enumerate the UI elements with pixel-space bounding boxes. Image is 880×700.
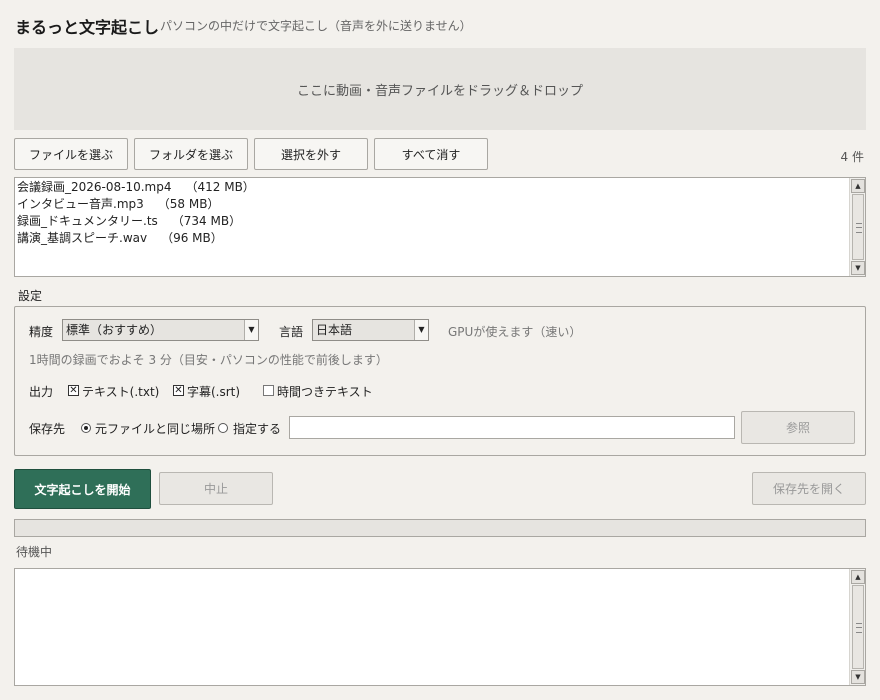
- settings-group: 精度 標準（おすすめ） ▼ 言語 日本語 ▼ GPUが使えます（速い） 1時間の…: [14, 306, 866, 456]
- timed-text-checkbox-label[interactable]: 時間つきテキスト: [277, 383, 373, 400]
- file-size: （734 MB）: [171, 214, 242, 228]
- app-subtitle: パソコンの中だけで文字起こし（音声を外に送りません）: [160, 19, 472, 33]
- file-list[interactable]: 会議録画_2026-08-10.mp4 （412 MB） インタビュー音声.mp3…: [14, 177, 866, 277]
- settings-section-label: 設定: [18, 289, 43, 303]
- choose-folder-button[interactable]: フォルダを選ぶ: [134, 138, 248, 170]
- grip-icon: [856, 223, 862, 233]
- file-list-scrollbar[interactable]: ▲ ▼: [849, 178, 865, 276]
- file-count: 4 件: [840, 150, 864, 164]
- deselect-button[interactable]: 選択を外す: [254, 138, 368, 170]
- file-name: 講演_基調スピーチ.wav: [17, 231, 148, 245]
- log-output[interactable]: ▲ ▼: [14, 568, 866, 686]
- file-name: インタビュー音声.mp3: [17, 197, 144, 211]
- custom-location-label[interactable]: 指定する: [233, 420, 281, 437]
- same-location-radio[interactable]: [81, 423, 91, 433]
- scroll-up-arrow-icon[interactable]: ▲: [851, 179, 865, 193]
- accuracy-label: 精度: [29, 325, 54, 339]
- timed-text-checkbox[interactable]: [263, 385, 274, 396]
- file-name: 録画_ドキュメンタリー.ts: [17, 214, 158, 228]
- txt-checkbox-label[interactable]: テキスト(.txt): [82, 383, 159, 400]
- same-location-label[interactable]: 元ファイルと同じ場所: [95, 420, 215, 437]
- grip-icon: [856, 623, 862, 633]
- scroll-thumb[interactable]: [852, 194, 864, 260]
- chevron-down-icon: ▼: [414, 320, 428, 340]
- time-estimate: 1時間の録画でおよそ 3 分（目安・パソコンの性能で前後します）: [29, 353, 388, 367]
- txt-checkbox[interactable]: ✕: [68, 385, 79, 396]
- output-label: 出力: [29, 385, 54, 399]
- custom-location-radio[interactable]: [218, 423, 228, 433]
- browse-button[interactable]: 参照: [741, 411, 855, 444]
- file-list-item[interactable]: 会議録画_2026-08-10.mp4 （412 MB）: [17, 179, 255, 196]
- srt-checkbox[interactable]: ✕: [173, 385, 184, 396]
- language-value: 日本語: [316, 323, 353, 337]
- save-location-label: 保存先: [29, 422, 66, 436]
- stop-button[interactable]: 中止: [159, 472, 273, 505]
- drop-zone-text: ここに動画・音声ファイルをドラッグ＆ドロップ: [296, 83, 583, 99]
- start-transcription-button[interactable]: 文字起こしを開始: [14, 469, 151, 509]
- progress-bar: [14, 519, 866, 537]
- save-path-input[interactable]: [289, 416, 735, 439]
- drop-zone[interactable]: ここに動画・音声ファイルをドラッグ＆ドロップ: [14, 48, 866, 130]
- scroll-up-arrow-icon[interactable]: ▲: [851, 570, 865, 584]
- language-label: 言語: [279, 325, 304, 339]
- file-list-item[interactable]: 録画_ドキュメンタリー.ts （734 MB）: [17, 213, 255, 230]
- accuracy-select[interactable]: 標準（おすすめ） ▼: [62, 319, 259, 341]
- language-select[interactable]: 日本語 ▼: [312, 319, 429, 341]
- accuracy-value: 標準（おすすめ）: [66, 323, 163, 337]
- file-size: （58 MB）: [157, 197, 220, 211]
- file-list-item[interactable]: 講演_基調スピーチ.wav （96 MB）: [17, 230, 255, 247]
- file-size: （96 MB）: [161, 231, 223, 245]
- scroll-thumb[interactable]: [852, 585, 864, 669]
- app-title: まるっと文字起こし: [15, 18, 160, 37]
- gpu-status: GPUが使えます（速い）: [448, 325, 582, 339]
- srt-checkbox-label[interactable]: 字幕(.srt): [187, 383, 240, 400]
- clear-all-button[interactable]: すべて消す: [374, 138, 488, 170]
- file-list-item[interactable]: インタビュー音声.mp3 （58 MB）: [17, 196, 255, 213]
- file-size: （412 MB）: [185, 180, 255, 194]
- open-save-folder-button[interactable]: 保存先を開く: [752, 472, 866, 505]
- choose-files-button[interactable]: ファイルを選ぶ: [14, 138, 128, 170]
- scroll-down-arrow-icon[interactable]: ▼: [851, 670, 865, 684]
- status-text: 待機中: [16, 545, 53, 559]
- scroll-down-arrow-icon[interactable]: ▼: [851, 261, 865, 275]
- chevron-down-icon: ▼: [244, 320, 258, 340]
- log-scrollbar[interactable]: ▲ ▼: [849, 569, 865, 685]
- file-name: 会議録画_2026-08-10.mp4: [17, 180, 172, 194]
